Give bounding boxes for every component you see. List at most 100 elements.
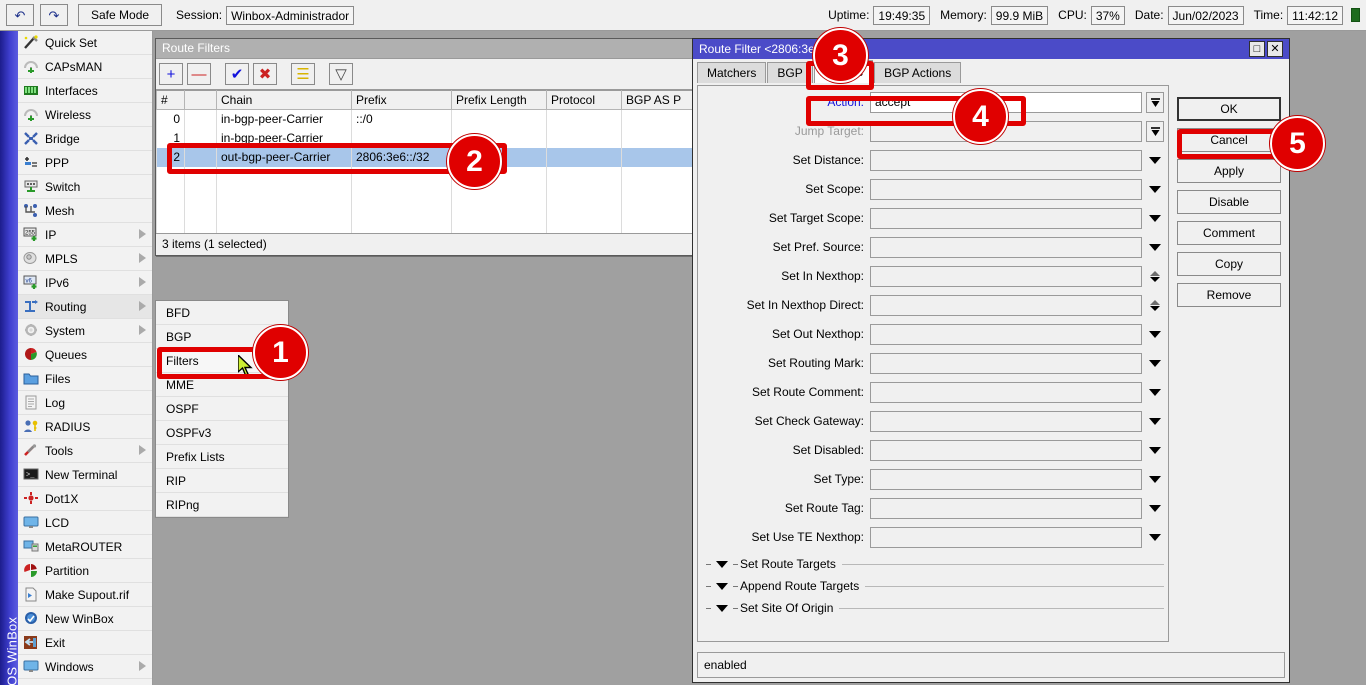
spinner-set-in-nexthop[interactable] [1146,266,1164,287]
dialog-buttons[interactable]: OK Cancel Apply Disable Comment Copy Remove [1177,97,1281,314]
ok-button[interactable]: OK [1177,97,1281,121]
table-row[interactable]: 1in-bgp-peer-Carrier [157,129,695,148]
close-icon[interactable]: ✕ [1267,41,1283,57]
column-header[interactable] [185,91,217,110]
column-header[interactable]: Prefix Length [452,91,547,110]
triangle-down-icon[interactable] [716,583,728,590]
sidebar-item-ipv6[interactable]: v6IPv6 [18,271,152,295]
safe-mode-button[interactable]: Safe Mode [78,4,162,26]
sidebar-item-ip[interactable]: 255IP [18,223,152,247]
field-input-set-use-te-nexthop[interactable] [870,527,1142,548]
caret-down-icon-set-type[interactable] [1146,469,1164,490]
routing-submenu-item-ospfv3[interactable]: OSPFv3 [156,421,288,445]
field-input-set-routing-mark[interactable] [870,353,1142,374]
sidebar-item-mpls[interactable]: MPLS [18,247,152,271]
field-input-set-target-scope[interactable] [870,208,1142,229]
sidebar-item-log[interactable]: Log [18,391,152,415]
sidebar-item-queues[interactable]: Queues [18,343,152,367]
caret-down-icon-set-check-gateway[interactable] [1146,411,1164,432]
copy-button[interactable]: Copy [1177,252,1281,276]
collapsible-section-set-route-targets[interactable]: Set Route Targets [706,554,1164,574]
sidebar-item-new-terminal[interactable]: >_New Terminal [18,463,152,487]
caret-down-icon-set-target-scope[interactable] [1146,208,1164,229]
dropdown-action[interactable] [1146,92,1164,113]
caret-down-icon-set-out-nexthop[interactable] [1146,324,1164,345]
sidebar-item-switch[interactable]: Switch [18,175,152,199]
caret-down-icon-set-scope[interactable] [1146,179,1164,200]
cancel-button[interactable]: Cancel [1177,128,1281,152]
sidebar-item-make-supout-rif[interactable]: Make Supout.rif [18,583,152,607]
tab-matchers[interactable]: Matchers [697,62,766,83]
caret-down-icon-set-pref-source[interactable] [1146,237,1164,258]
undo-icon[interactable]: ↶ [6,4,34,26]
comment-button[interactable]: Comment [1177,221,1281,245]
routing-submenu-item-bfd[interactable]: BFD [156,301,288,325]
sidebar-item-bridge[interactable]: Bridge [18,127,152,151]
redo-icon[interactable]: ↷ [40,4,68,26]
disable-button[interactable]: Disable [1177,190,1281,214]
enable-button[interactable]: ✔ [225,63,249,85]
field-input-set-route-comment[interactable] [870,382,1142,403]
maximize-icon[interactable]: □ [1249,41,1265,57]
table-row[interactable]: 0in-bgp-peer-Carrier::/0 [157,110,695,129]
triangle-down-icon[interactable] [716,605,728,612]
disable-button[interactable]: ✖ [253,63,277,85]
remove-button[interactable]: Remove [1177,283,1281,307]
sidebar-item-capsman[interactable]: CAPsMAN [18,55,152,79]
field-input-set-distance[interactable] [870,150,1142,171]
sidebar-item-system[interactable]: System [18,319,152,343]
caret-down-icon-set-use-te-nexthop[interactable] [1146,527,1164,548]
collapsible-section-set-site-of-origin[interactable]: Set Site Of Origin [706,598,1164,618]
sidebar-item-metarouter[interactable]: MetaROUTER [18,535,152,559]
column-header[interactable]: # [157,91,185,110]
routing-submenu-item-ospf[interactable]: OSPF [156,397,288,421]
dropdown-jump-target[interactable] [1146,121,1164,142]
column-header[interactable]: Protocol [547,91,622,110]
sidebar-item-quick-set[interactable]: Quick Set [18,31,152,55]
routing-submenu-item-prefix-lists[interactable]: Prefix Lists [156,445,288,469]
column-header[interactable]: Chain [217,91,352,110]
sidebar-item-new-winbox[interactable]: New WinBox [18,607,152,631]
sidebar-item-interfaces[interactable]: Interfaces [18,79,152,103]
column-header[interactable]: BGP AS P [622,91,695,110]
table-row[interactable]: 2out-bgp-peer-Carrier2806:3e6::/32 [157,148,695,167]
sidebar-item-tools[interactable]: Tools [18,439,152,463]
table-header-row[interactable]: # ChainPrefixPrefix LengthProtocolBGP AS … [157,91,695,110]
sidebar-item-exit[interactable]: Exit [18,631,152,655]
spinner-set-in-nexthop-direct[interactable] [1146,295,1164,316]
caret-down-icon-set-distance[interactable] [1146,150,1164,171]
field-input-set-check-gateway[interactable] [870,411,1142,432]
sidebar-item-partition[interactable]: Partition [18,559,152,583]
caret-down-icon-set-route-comment[interactable] [1146,382,1164,403]
apply-button[interactable]: Apply [1177,159,1281,183]
sidebar-item-lcd[interactable]: LCD [18,511,152,535]
collapsible-section-append-route-targets[interactable]: Append Route Targets [706,576,1164,596]
comment-button[interactable]: ☰ [291,63,315,85]
tab-bgp[interactable]: BGP [767,62,812,83]
filter-button[interactable]: ▽ [329,63,353,85]
route-filters-table-body[interactable]: # ChainPrefixPrefix LengthProtocolBGP AS … [156,89,694,233]
caret-down-icon-set-route-tag[interactable] [1146,498,1164,519]
sidebar-item-radius[interactable]: RADIUS [18,415,152,439]
routing-submenu-item-ripng[interactable]: RIPng [156,493,288,517]
field-input-set-out-nexthop[interactable] [870,324,1142,345]
field-input-set-scope[interactable] [870,179,1142,200]
tab-bgp-actions[interactable]: BGP Actions [874,62,961,83]
field-input-set-in-nexthop-direct[interactable] [870,295,1142,316]
column-header[interactable]: Prefix [352,91,452,110]
field-input-set-route-tag[interactable] [870,498,1142,519]
field-input-set-type[interactable] [870,469,1142,490]
field-input-set-in-nexthop[interactable] [870,266,1142,287]
add-button[interactable]: + [159,63,183,85]
sidebar-item-routing[interactable]: Routing [18,295,152,319]
caret-down-icon-set-disabled[interactable] [1146,440,1164,461]
sidebar-item-wireless[interactable]: Wireless [18,103,152,127]
sidebar-item-files[interactable]: Files [18,367,152,391]
main-menu-sidebar[interactable]: Quick SetCAPsMANInterfacesWirelessBridge… [18,31,153,685]
dialog-tabs[interactable]: MatchersBGPActionsBGP Actions [693,59,1289,83]
triangle-down-icon[interactable] [716,561,728,568]
remove-button[interactable]: — [187,63,211,85]
sidebar-item-ppp[interactable]: PPP [18,151,152,175]
field-input-set-pref-source[interactable] [870,237,1142,258]
sidebar-item-dot1x[interactable]: Dot1X [18,487,152,511]
